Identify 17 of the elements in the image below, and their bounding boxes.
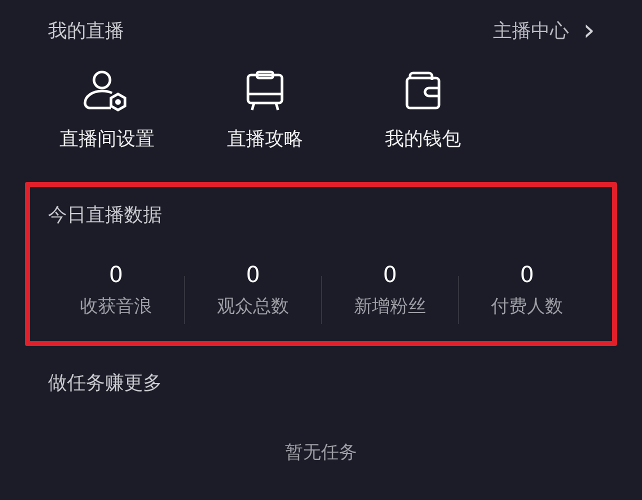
- section-title: 我的直播: [48, 19, 124, 44]
- shortcut-button[interactable]: 我的钱包: [353, 70, 493, 152]
- stat-value: 0: [383, 262, 397, 288]
- empty-message: 暂无任务: [285, 441, 357, 464]
- shortcut-button[interactable]: 直播攻略: [195, 70, 335, 152]
- easel-icon: [244, 70, 286, 112]
- stat-label: 观众总数: [217, 294, 289, 318]
- anchor-center-link[interactable]: 主播中心 ›: [493, 18, 595, 44]
- stat-value: 0: [246, 262, 260, 288]
- stat-label: 付费人数: [491, 294, 563, 318]
- stat-label: 新增粉丝: [354, 294, 426, 318]
- section-title: 今日直播数据: [48, 203, 162, 228]
- shortcut-button[interactable]: 直播间设置: [37, 70, 177, 152]
- stat-label: 收获音浪: [80, 294, 152, 318]
- stat-value: 0: [520, 262, 534, 288]
- stat-value: 0: [109, 262, 123, 288]
- section-title: 做任务赚更多: [47, 371, 162, 396]
